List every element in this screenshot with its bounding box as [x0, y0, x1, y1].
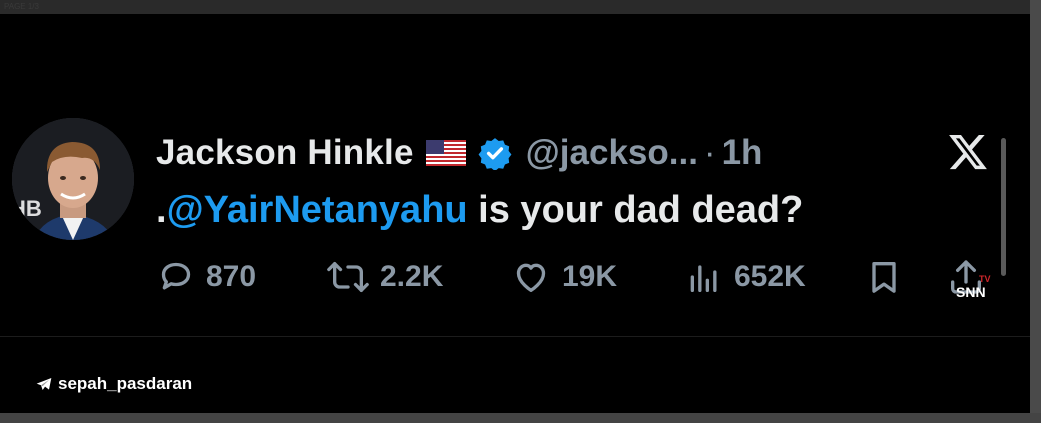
screenshot-bottom-strip	[0, 413, 1041, 423]
snn-label: SNN	[956, 284, 986, 300]
verified-badge-icon	[478, 136, 512, 171]
avatar-photo-icon: HB	[12, 118, 134, 240]
header-separator: ·	[703, 133, 716, 172]
tweet-text-body: is your dad dead?	[467, 189, 804, 231]
divider	[0, 336, 1030, 337]
snn-tv-label: TV	[979, 274, 991, 284]
reply-icon	[161, 262, 191, 290]
header-strip-text: PAGE 1/3	[4, 2, 39, 11]
like-count: 19K	[562, 260, 618, 293]
author-name[interactable]: Jackson Hinkle	[156, 133, 414, 173]
reply-button[interactable]: 870	[156, 255, 256, 299]
scrollbar[interactable]	[1001, 138, 1006, 276]
repost-icon	[327, 262, 369, 292]
bookmark-icon	[872, 262, 896, 293]
x-logo-icon	[949, 135, 987, 170]
avatar[interactable]: HB	[12, 118, 134, 240]
us-flag-icon	[425, 140, 466, 166]
svg-text:HB: HB	[12, 196, 42, 221]
views-icon	[690, 265, 717, 292]
author-handle[interactable]: @jackso...	[526, 133, 698, 173]
bookmark-button[interactable]	[864, 255, 904, 299]
repost-count: 2.2K	[380, 260, 444, 293]
telegram-icon	[36, 378, 52, 390]
views-button[interactable]: 652K	[684, 255, 806, 299]
mention-link[interactable]: @YairNetanyahu	[167, 189, 468, 231]
views-count: 652K	[734, 260, 806, 293]
like-button[interactable]: 19K	[510, 255, 617, 299]
snn-watermark: TV SNN	[956, 274, 991, 300]
tweet-header: Jackson Hinkle @jackso... · 1h	[156, 130, 762, 176]
screenshot-right-strip	[1030, 0, 1041, 423]
tweet-screenshot: HB Jackson Hinkle @jackso... · 1h .@Yair…	[0, 14, 1030, 413]
tweet-text-prefix: .	[156, 189, 167, 231]
heart-icon	[516, 263, 546, 292]
reply-count: 870	[206, 260, 257, 293]
tweet-timestamp[interactable]: 1h	[722, 133, 763, 173]
tweet-actions: 870 2.2K 19K 652K	[156, 255, 1016, 299]
screenshot-top-strip: PAGE 1/3	[0, 0, 1041, 14]
tweet-text: .@YairNetanyahu is your dad dead?	[156, 189, 803, 232]
credit-username: sepah_pasdaran	[58, 374, 193, 393]
repost-button[interactable]: 2.2K	[326, 255, 443, 299]
telegram-credit: sepah_pasdaran	[36, 374, 192, 394]
